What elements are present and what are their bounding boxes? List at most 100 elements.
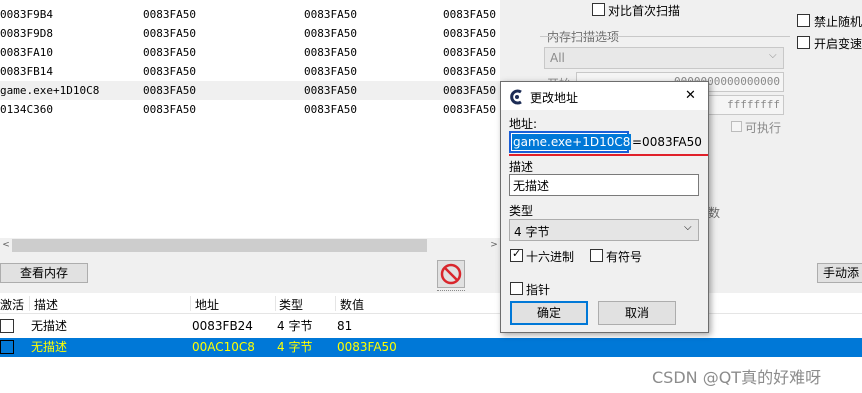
signed-label: 有符号 — [606, 250, 643, 264]
result-value: 0083FA50 — [143, 27, 196, 40]
view-memory-button[interactable]: 查看内存 — [0, 263, 88, 283]
row-type: 4 字节 — [277, 340, 313, 354]
result-row[interactable]: 0083FB14 0083FA50 0083FA50 0083FA50 — [0, 62, 500, 81]
pointer-checkbox[interactable] — [510, 282, 523, 295]
stop-address-field[interactable]: ffffffff — [706, 95, 784, 115]
clear-list-button[interactable] — [437, 260, 465, 288]
dialog-title: 更改地址 — [530, 91, 579, 105]
result-row[interactable]: 0083F9B4 0083FA50 0083FA50 0083FA50 — [0, 5, 500, 24]
header-active[interactable]: 激活 — [0, 296, 24, 313]
result-previous: 0083FA50 — [304, 8, 357, 21]
result-row[interactable]: 0083FA10 0083FA50 0083FA50 0083FA50 — [0, 43, 500, 62]
result-previous: 0083FA50 — [304, 103, 357, 116]
cancel-button[interactable]: 取消 — [598, 301, 676, 325]
type-select-value: 4 字节 — [514, 225, 550, 239]
address-field[interactable]: game.exe+1D10C8 — [509, 131, 632, 153]
watermark-text: CSDN @QT真的好难呀 — [652, 368, 822, 387]
active-checkbox[interactable] — [0, 319, 14, 333]
compare-first-scan-checkbox[interactable] — [592, 3, 605, 16]
disable-random-checkbox[interactable] — [797, 14, 810, 27]
scan-results-list[interactable]: 0083F9B4 0083FA50 0083FA50 0083FA50 0083… — [0, 0, 500, 238]
address-list-header: 激活 描述 地址 类型 数值 — [0, 294, 862, 314]
result-first: 0083FA50 — [443, 27, 496, 40]
result-previous: 0083FA50 — [304, 46, 357, 59]
result-first: 0083FA50 — [443, 103, 496, 116]
column-separator[interactable] — [190, 296, 191, 311]
change-address-dialog: 更改地址 ✕ 地址: game.exe+1D10C8 =0083FA50 描述 … — [500, 81, 709, 333]
scroll-right-arrow[interactable]: > — [488, 238, 500, 253]
result-value: 0083FA50 — [143, 65, 196, 78]
scan-count-label: 数 — [708, 206, 721, 220]
row-type: 4 字节 — [277, 319, 313, 333]
chevron-down-icon: ⌵ — [684, 222, 692, 233]
result-row[interactable]: 0083F9D8 0083FA50 0083FA50 0083FA50 — [0, 24, 500, 43]
address-row[interactable]: 无描述 00AC10C8 4 字节 0083FA50 — [0, 338, 862, 357]
description-field[interactable]: 无描述 — [509, 174, 699, 196]
close-icon[interactable]: ✕ — [685, 88, 696, 103]
row-value: 0083FA50 — [337, 340, 397, 354]
description-label: 描述 — [509, 160, 534, 174]
type-select[interactable]: 4 字节 ⌵ — [509, 219, 699, 241]
result-value: 0083FA50 — [143, 84, 196, 97]
row-address: 0083FB24 — [192, 319, 253, 333]
result-value: 0083FA50 — [143, 46, 196, 59]
disable-random-label: 禁止随机 — [814, 15, 862, 29]
column-separator[interactable] — [275, 296, 276, 311]
middle-toolbar: 查看内存 手动添 — [0, 253, 862, 293]
result-row[interactable]: game.exe+1D10C8 0083FA50 0083FA50 0083FA… — [0, 81, 500, 100]
result-value: 0083FA50 — [143, 103, 196, 116]
result-address: 0083FB14 — [0, 65, 53, 78]
address-label: 地址: — [509, 117, 538, 131]
stop-icon — [440, 263, 462, 285]
address-field-value: game.exe+1D10C8 — [512, 134, 632, 150]
row-description: 无描述 — [31, 319, 68, 333]
hex-label: 十六进制 — [526, 250, 575, 264]
enable-speedhack-label: 开启变速 — [814, 37, 862, 51]
manual-add-button[interactable]: 手动添 — [817, 263, 862, 283]
red-underline — [509, 154, 708, 156]
executable-label: 可执行 — [745, 121, 782, 135]
active-checkbox[interactable] — [0, 340, 14, 354]
result-previous: 0083FA50 — [304, 84, 357, 97]
result-address: 0083F9B4 — [0, 8, 53, 21]
result-first: 0083FA50 — [443, 84, 496, 97]
pointer-label: 指针 — [526, 283, 551, 297]
result-first: 0083FA50 — [443, 8, 496, 21]
scroll-left-arrow[interactable]: < — [0, 238, 12, 253]
group-divider — [540, 36, 790, 37]
result-previous: 0083FA50 — [304, 65, 357, 78]
result-first: 0083FA50 — [443, 65, 496, 78]
resolved-value: =0083FA50 — [632, 135, 702, 149]
dialog-titlebar[interactable]: 更改地址 ✕ — [501, 82, 708, 110]
region-select[interactable]: All ⌵ — [544, 47, 784, 69]
checkmark-icon: ✓ — [512, 247, 522, 260]
hex-checkbox[interactable]: ✓ — [510, 247, 523, 262]
type-label: 类型 — [509, 204, 534, 218]
row-description: 无描述 — [31, 340, 68, 354]
ok-button[interactable]: 确定 — [510, 301, 588, 325]
region-select-value: All — [550, 51, 565, 65]
splitter-grip[interactable] — [437, 290, 465, 293]
enable-speedhack-checkbox[interactable] — [797, 36, 810, 49]
row-address: 00AC10C8 — [192, 340, 255, 354]
header-value[interactable]: 数值 — [340, 296, 364, 313]
scrollbar-thumb[interactable] — [12, 239, 427, 252]
executable-checkbox[interactable] — [731, 121, 742, 132]
address-row[interactable]: 无描述 0083FB24 4 字节 81 — [0, 317, 862, 336]
result-row[interactable]: 0134C360 0083FA50 0083FA50 0083FA50 — [0, 100, 500, 119]
result-address: game.exe+1D10C8 — [0, 84, 100, 97]
signed-checkbox[interactable] — [590, 249, 603, 262]
header-address[interactable]: 地址 — [195, 296, 219, 313]
header-description[interactable]: 描述 — [34, 296, 58, 313]
result-first: 0083FA50 — [443, 46, 496, 59]
header-type[interactable]: 类型 — [279, 296, 303, 313]
result-address: 0134C360 — [0, 103, 53, 116]
results-horizontal-scrollbar[interactable]: < > — [0, 238, 500, 253]
column-separator[interactable] — [29, 296, 30, 311]
result-previous: 0083FA50 — [304, 27, 357, 40]
column-separator[interactable] — [335, 296, 336, 311]
result-address: 0083FA10 — [0, 46, 53, 59]
result-value: 0083FA50 — [143, 8, 196, 21]
app-logo-icon — [510, 89, 522, 105]
result-address: 0083F9D8 — [0, 27, 53, 40]
